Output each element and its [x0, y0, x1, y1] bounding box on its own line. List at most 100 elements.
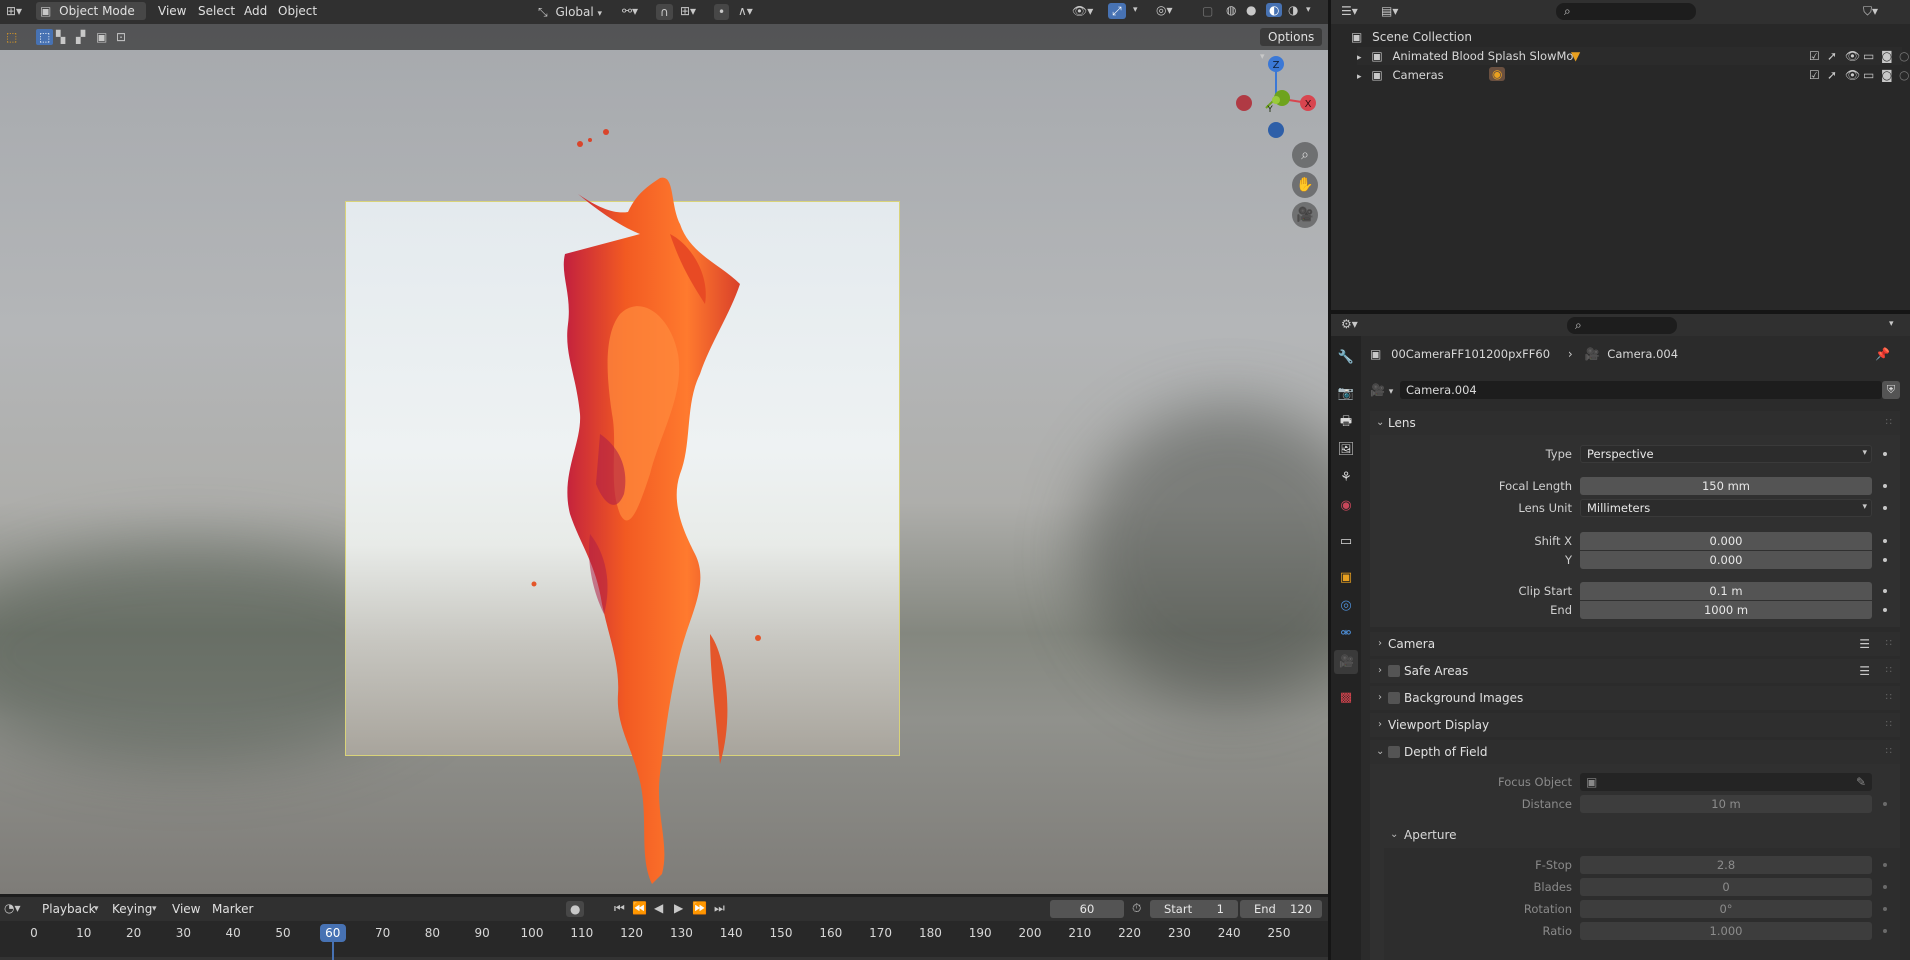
play-icon[interactable]: ▶	[674, 902, 683, 914]
pivot-icon[interactable]: ⚯▾	[622, 5, 638, 17]
eyedropper-icon[interactable]: ✎	[1856, 776, 1866, 788]
background-images-panel-header[interactable]: › Background Images ∷	[1370, 686, 1900, 710]
overlays-icon[interactable]: ◎▾	[1156, 4, 1173, 16]
keyframe-dot[interactable]	[1883, 539, 1887, 543]
presets-list-icon[interactable]: ☰	[1859, 665, 1870, 677]
eye-icon[interactable]: 👁	[1845, 69, 1860, 81]
keyframe-dot[interactable]	[1883, 802, 1887, 806]
stopwatch-icon[interactable]: ⏱	[1132, 902, 1141, 914]
outliner-row-cameras[interactable]: ▸ ▣ Cameras ◉ ☑ ➚ 👁 ▭ ◙ ○	[1357, 66, 1909, 84]
filter-icon[interactable]: ⛉▾	[1863, 5, 1878, 17]
material-shading-icon[interactable]: ◐	[1266, 3, 1283, 17]
visibility-icon[interactable]: 👁▾	[1072, 5, 1093, 17]
drag-handle-icon[interactable]: ∷	[1886, 659, 1892, 683]
expand-arrow-icon[interactable]: ▸	[1357, 73, 1362, 82]
include-checkbox-icon[interactable]: ☑	[1809, 69, 1820, 81]
wireframe-shading-icon[interactable]: ◍	[1226, 4, 1236, 16]
menu-playback[interactable]: Playback	[42, 898, 96, 920]
keyframe-dot[interactable]	[1883, 452, 1887, 456]
keyframe-dot[interactable]	[1883, 484, 1887, 488]
falloff-icon[interactable]: ∧▾	[738, 5, 753, 17]
transform-orientation[interactable]: ⤡ Global ▾	[538, 3, 612, 21]
menu-view[interactable]: View	[158, 0, 186, 22]
keyframe-dot[interactable]	[1883, 929, 1887, 933]
aperture-subpanel-header[interactable]: ⌄ Aperture	[1384, 824, 1900, 846]
select-box-icon[interactable]: ⬚	[6, 31, 17, 43]
select-mode-extend-icon[interactable]: ▚	[56, 31, 65, 43]
properties-search-input[interactable]: ⌕	[1567, 317, 1677, 334]
playhead-frame-badge[interactable]: 60	[319, 924, 346, 942]
selectable-icon[interactable]: ➚	[1827, 69, 1837, 81]
record-icon[interactable]: ●	[566, 901, 585, 917]
prev-keyframe-icon[interactable]: ⏪	[632, 902, 647, 914]
chevron-down-icon[interactable]: ▾	[1306, 6, 1311, 15]
xray-icon[interactable]: ▢	[1202, 5, 1213, 17]
fake-user-shield-icon[interactable]: ⛨	[1882, 381, 1900, 399]
rendered-shading-icon[interactable]: ◑	[1288, 4, 1298, 16]
lens-type-dropdown[interactable]: Perspective ▾	[1580, 445, 1872, 463]
chevron-down-icon[interactable]: ▾	[1889, 320, 1894, 329]
select-mode-invert-icon[interactable]: ▣	[96, 31, 107, 43]
start-frame-field[interactable]: Start 1	[1150, 900, 1238, 918]
keyframe-dot[interactable]	[1883, 506, 1887, 510]
include-checkbox-icon[interactable]: ☑	[1809, 50, 1820, 62]
constraints-tab-icon[interactable]: ⚮	[1336, 624, 1356, 644]
physics-tab-icon[interactable]: ◎	[1336, 596, 1356, 616]
view-layer-tab-icon[interactable]: 🖼	[1336, 440, 1356, 460]
options-button[interactable]: Options ▾	[1260, 28, 1322, 62]
datablock-selector[interactable]: 🎥 ▾	[1370, 381, 1404, 399]
keyframe-dot[interactable]	[1883, 558, 1887, 562]
texture-tab-icon[interactable]: ▩	[1336, 688, 1356, 708]
outliner-row-root[interactable]: ▣ Scene Collection	[1351, 28, 1472, 46]
menu-select[interactable]: Select	[198, 0, 235, 22]
safe-areas-checkbox[interactable]	[1388, 665, 1400, 677]
select-mode-intersect-icon[interactable]: ⊡	[116, 31, 126, 43]
end-frame-field[interactable]: End 120	[1240, 900, 1322, 918]
object-tab-icon[interactable]: ▣	[1336, 568, 1356, 588]
drag-handle-icon[interactable]: ∷	[1886, 632, 1892, 656]
drag-handle-icon[interactable]: ∷	[1886, 713, 1892, 737]
keyframe-dot[interactable]	[1883, 863, 1887, 867]
menu-keying[interactable]: Keying	[112, 898, 152, 920]
shift-y-field[interactable]: 0.000	[1580, 551, 1872, 569]
timeline-editor-icon[interactable]: ◔▾	[4, 902, 21, 914]
keyframe-dot[interactable]	[1883, 589, 1887, 593]
presets-list-icon[interactable]: ☰	[1859, 638, 1870, 650]
holdout-icon[interactable]: ○	[1899, 50, 1909, 62]
eye-icon[interactable]: 👁	[1845, 50, 1860, 62]
outliner-search-input[interactable]: ⌕	[1556, 3, 1696, 20]
editor-type-icon[interactable]: ⊞▾	[6, 5, 22, 17]
play-reverse-icon[interactable]: ◀	[654, 902, 663, 914]
keyframe-dot[interactable]	[1883, 608, 1887, 612]
mode-selector[interactable]: ▣ Object Mode ▾	[36, 2, 146, 36]
render-tab-icon[interactable]: 📷	[1336, 384, 1356, 404]
display-mode-icon[interactable]: ▤▾	[1381, 5, 1398, 17]
shift-x-field[interactable]: 0.000	[1580, 532, 1872, 550]
background-images-checkbox[interactable]	[1388, 692, 1400, 704]
menu-timeline-view[interactable]: View	[172, 898, 200, 920]
select-mode-new-icon[interactable]: ⬚	[36, 29, 54, 45]
holdout-icon[interactable]: ○	[1899, 69, 1909, 81]
proportional-edit-icon[interactable]: •	[714, 4, 730, 20]
drag-handle-icon[interactable]: ∷	[1886, 411, 1892, 435]
camera-panel-header[interactable]: › Camera ☰ ∷	[1370, 632, 1900, 656]
outliner-row-splash[interactable]: ▸ ▣ Animated Blood Splash SlowMo ▼ ☑ ➚ 👁…	[1357, 47, 1909, 65]
scene-tab-icon[interactable]: ⚘	[1336, 468, 1356, 488]
lens-unit-dropdown[interactable]: Millimeters ▾	[1580, 499, 1872, 517]
tool-tab-icon[interactable]: 🔧	[1336, 348, 1356, 368]
breadcrumb-object[interactable]: 00CameraFF101200pxFF60	[1391, 347, 1550, 361]
render-camera-icon[interactable]: ◙	[1881, 69, 1893, 81]
viewport-3d[interactable]: ⬚ ⬚ ▚ ▞ ▣ ⊡ Options ▾ Z X Y ⌕ ✋ 🎥	[0, 24, 1328, 894]
drag-handle-icon[interactable]: ∷	[1886, 686, 1892, 710]
dof-checkbox[interactable]	[1388, 746, 1400, 758]
next-keyframe-icon[interactable]: ⏩	[692, 902, 707, 914]
output-tab-icon[interactable]: 🖶	[1336, 412, 1356, 432]
menu-add[interactable]: Add	[244, 0, 267, 22]
lens-panel-header[interactable]: ⌄ Lens ∷	[1370, 411, 1900, 435]
collection-tab-icon[interactable]: ▭	[1336, 532, 1356, 552]
datablock-name-field[interactable]: Camera.004	[1400, 381, 1882, 399]
zoom-icon[interactable]: ⌕	[1292, 142, 1318, 168]
chevron-down-icon[interactable]: ▾	[1133, 6, 1138, 15]
clip-start-field[interactable]: 0.1 m	[1580, 582, 1872, 600]
selectable-icon[interactable]: ➚	[1827, 50, 1837, 62]
